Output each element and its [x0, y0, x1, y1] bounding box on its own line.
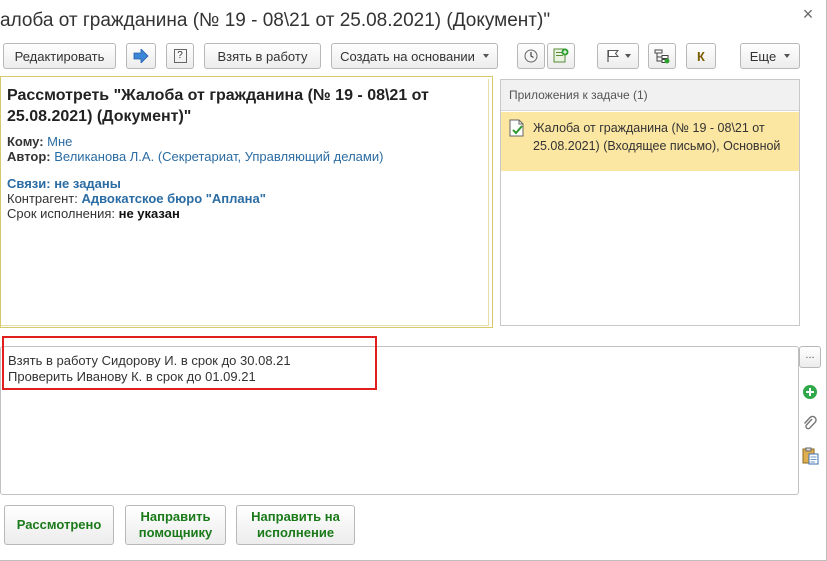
- window-title: алоба от гражданина (№ 19 - 08\21 от 25.…: [0, 10, 551, 31]
- deadline-row: Срок исполнения: не указан: [7, 206, 180, 221]
- history-button[interactable]: [517, 43, 545, 69]
- task-info-panel: Рассмотреть "Жалоба от гражданина (№ 19 …: [0, 76, 493, 328]
- paste-from-clipboard-icon[interactable]: [800, 446, 820, 466]
- take-to-work-button[interactable]: Взять в работу: [204, 43, 321, 69]
- create-based-on-button[interactable]: Создать на основании: [331, 43, 498, 69]
- links-row: Связи: не заданы: [7, 176, 121, 191]
- create-based-on-label: Создать на основании: [340, 48, 475, 64]
- document-check-icon: [509, 119, 524, 137]
- flag-button[interactable]: [597, 43, 639, 69]
- send-to-assistant-label: Направить помощнику: [138, 509, 213, 540]
- more-menu-label: Еще: [749, 48, 777, 64]
- chevron-down-icon: [482, 54, 489, 58]
- forward-button[interactable]: [126, 43, 156, 69]
- close-icon[interactable]: ×: [800, 5, 816, 23]
- deadline-label: Срок исполнения:: [7, 206, 115, 221]
- flag-icon: [606, 50, 619, 62]
- take-to-work-label: Взять в работу: [217, 48, 308, 64]
- reviewed-button[interactable]: Рассмотрено: [4, 505, 114, 545]
- k-button-label: К: [697, 48, 705, 64]
- deadline-value: не указан: [118, 206, 180, 221]
- help-icon-label: ?: [177, 50, 183, 61]
- add-subtask-button[interactable]: [547, 43, 575, 69]
- select-button[interactable]: ...: [799, 346, 821, 368]
- add-icon[interactable]: [800, 382, 820, 402]
- annotation-highlight: [2, 336, 377, 390]
- help-icon: ?: [173, 49, 187, 63]
- author-link[interactable]: Великанова Л.А. (Секретариат, Управляющи…: [54, 149, 383, 164]
- recipient-link[interactable]: Мне: [47, 134, 72, 149]
- send-to-execution-label: Направить на исполнение: [251, 509, 340, 540]
- toolbar: Редактировать ? Взять в работу Создать н…: [0, 43, 827, 69]
- contractor-label: Контрагент:: [7, 191, 78, 206]
- tree-structure-icon: [654, 49, 670, 63]
- edit-button[interactable]: Редактировать: [3, 43, 116, 69]
- author-label: Автор:: [7, 149, 51, 164]
- attachment-item[interactable]: Жалоба от гражданина (№ 19 - 08\21 от 25…: [501, 112, 799, 171]
- chevron-down-icon: [624, 54, 631, 58]
- add-document-icon: [553, 48, 569, 63]
- help-button[interactable]: ?: [166, 43, 194, 69]
- contractor-link[interactable]: Адвокатское бюро "Аплана": [81, 191, 265, 206]
- edit-button-label: Редактировать: [14, 48, 105, 64]
- paperclip-icon[interactable]: [800, 414, 820, 434]
- reviewed-label: Рассмотрено: [16, 517, 102, 532]
- send-to-execution-button[interactable]: Направить на исполнение: [236, 505, 355, 545]
- chevron-down-icon: [784, 54, 791, 58]
- attachments-header: Приложения к задаче (1): [501, 80, 799, 111]
- links-value[interactable]: не заданы: [54, 176, 121, 191]
- k-button[interactable]: К: [686, 43, 716, 69]
- recipient-label: Кому:: [7, 134, 44, 149]
- task-heading: Рассмотреть "Жалоба от гражданина (№ 19 …: [7, 87, 429, 125]
- attachment-title: Жалоба от гражданина (№ 19 - 08\21 от 25…: [533, 121, 781, 153]
- send-to-assistant-button[interactable]: Направить помощнику: [125, 505, 226, 545]
- contractor-row: Контрагент: Адвокатское бюро "Аплана": [7, 191, 266, 206]
- structure-button[interactable]: [648, 43, 676, 69]
- author-row: Автор: Великанова Л.А. (Секретариат, Упр…: [7, 149, 383, 164]
- arrow-right-icon: [133, 49, 149, 63]
- recipient-row: Кому: Мне: [7, 134, 72, 149]
- more-menu-button[interactable]: Еще: [740, 43, 800, 69]
- clock-icon: [524, 49, 538, 63]
- links-label[interactable]: Связи:: [7, 176, 51, 191]
- attachments-panel: Приложения к задаче (1) Жалоба от гражда…: [500, 79, 800, 326]
